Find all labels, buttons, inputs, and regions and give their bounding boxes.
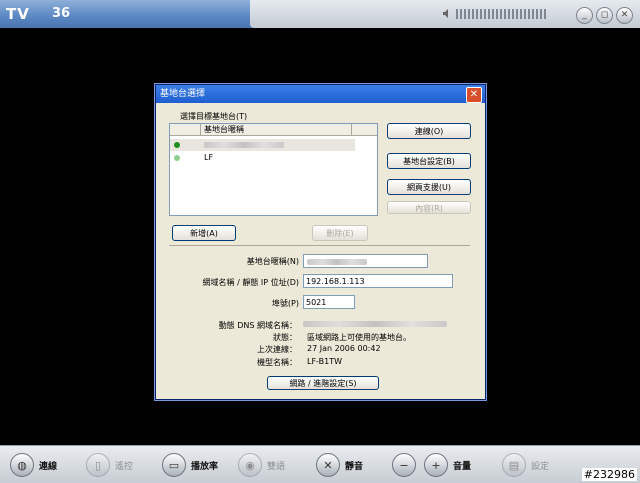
web-support-button[interactable]: 網頁支援(U) [387,179,471,195]
minimize-button[interactable]: _ [576,7,593,24]
app-logo: TV [6,5,30,23]
station-name: LF [204,153,214,162]
dialog-close-button[interactable]: ✕ [466,87,482,103]
remote-tool: ▯ 遙控 [86,452,133,478]
status-dot-icon [174,142,180,148]
mute-icon: ✕ [316,453,340,477]
domain-field[interactable]: 192.168.1.113 [303,274,453,288]
add-button[interactable]: 新增(A) [172,225,236,241]
volume-down-icon[interactable]: − [392,453,416,477]
port-label: 埠號(P) [271,299,299,308]
bilingual-tool: ◉ 雙語 [238,452,285,478]
model-label: 機型名稱： [257,358,297,367]
content-button: 內容(R) [387,201,471,214]
remote-tool-label: 遙控 [115,461,134,472]
nickname-label: 基地台暱稱(N) [246,257,299,266]
dialog-title: 基地台選擇 [156,85,485,103]
globe-icon: ◍ [10,453,34,477]
port-field[interactable]: 5021 [303,295,355,309]
volume-tool: − + 音量 [392,452,471,478]
last-connected-value: 27 Jan 2006 00:42 [307,344,381,353]
list-item[interactable]: LF [170,152,355,164]
title-bar: TV 36 _ ◻ ✕ [0,0,640,28]
base-station-dialog: 基地台選擇 ✕ 選擇目標基地台(T) 基地台暱稱 LF 連線(O) 基地台設定(… [155,84,486,400]
domain-label: 網域名稱 / 靜態 IP 位址(D) [202,278,299,287]
bilingual-tool-label: 雙語 [267,461,286,472]
status-label: 狀態： [273,333,297,342]
model-value: LF-B1TW [307,357,343,366]
last-connected-label: 上次連線： [257,345,297,354]
station-settings-button[interactable]: 基地台設定(B) [387,153,471,169]
settings-icon: ▤ [502,453,526,477]
bottom-toolbar: ◍ 連線 ▯ 遙控 ▭ 播放率 ◉ 雙語 ✕ 靜音 − + 音量 ▤ 設定 #2… [0,445,640,483]
connect-button[interactable]: 連線(O) [387,123,471,139]
settings-tool: ▤ 設定 [502,452,549,478]
playrate-icon: ▭ [162,453,186,477]
close-button[interactable]: ✕ [616,7,633,24]
select-label: 選擇目標基地台(T) [180,112,248,121]
nickname-field[interactable] [303,254,428,268]
status-value: 區域網路上可使用的基地台。 [307,333,411,342]
blurred-nickname [307,259,367,265]
volume-up-icon[interactable]: + [424,453,448,477]
ddns-label: 動態 DNS 網域名稱： [218,321,297,330]
maximize-button[interactable]: ◻ [596,7,613,24]
connect-tool-label: 連線 [39,461,58,472]
channel-number: 36 [52,6,71,21]
status-dot-icon [174,155,180,161]
mute-tool[interactable]: ✕ 靜音 [316,452,363,478]
station-details: 基地台暱稱(N) 網域名稱 / 靜態 IP 位址(D) 192.168.1.11… [169,245,470,390]
playrate-tool[interactable]: ▭ 播放率 [162,452,218,478]
advanced-settings-button[interactable]: 網路 / 進階設定(S) [267,376,379,390]
blurred-ddns [303,321,447,327]
column-header-nickname[interactable]: 基地台暱稱 [200,124,352,135]
mute-tool-label: 靜音 [345,461,364,472]
volume-slider[interactable] [456,9,546,19]
settings-tool-label: 設定 [531,461,550,472]
remote-icon: ▯ [86,453,110,477]
speaker-icon[interactable] [443,9,451,18]
bilingual-icon: ◉ [238,453,262,477]
playrate-tool-label: 播放率 [191,461,219,472]
station-list[interactable]: 基地台暱稱 LF [169,123,378,216]
delete-button: 刪除(E) [312,225,368,241]
list-item[interactable] [170,139,355,151]
list-header: 基地台暱稱 [170,124,377,136]
connect-tool[interactable]: ◍ 連線 [10,452,57,478]
title-bar-controls: _ ◻ ✕ [250,0,640,28]
image-tag: #232986 [581,468,637,481]
volume-tool-label: 音量 [453,461,472,472]
blurred-station-name [204,142,284,148]
